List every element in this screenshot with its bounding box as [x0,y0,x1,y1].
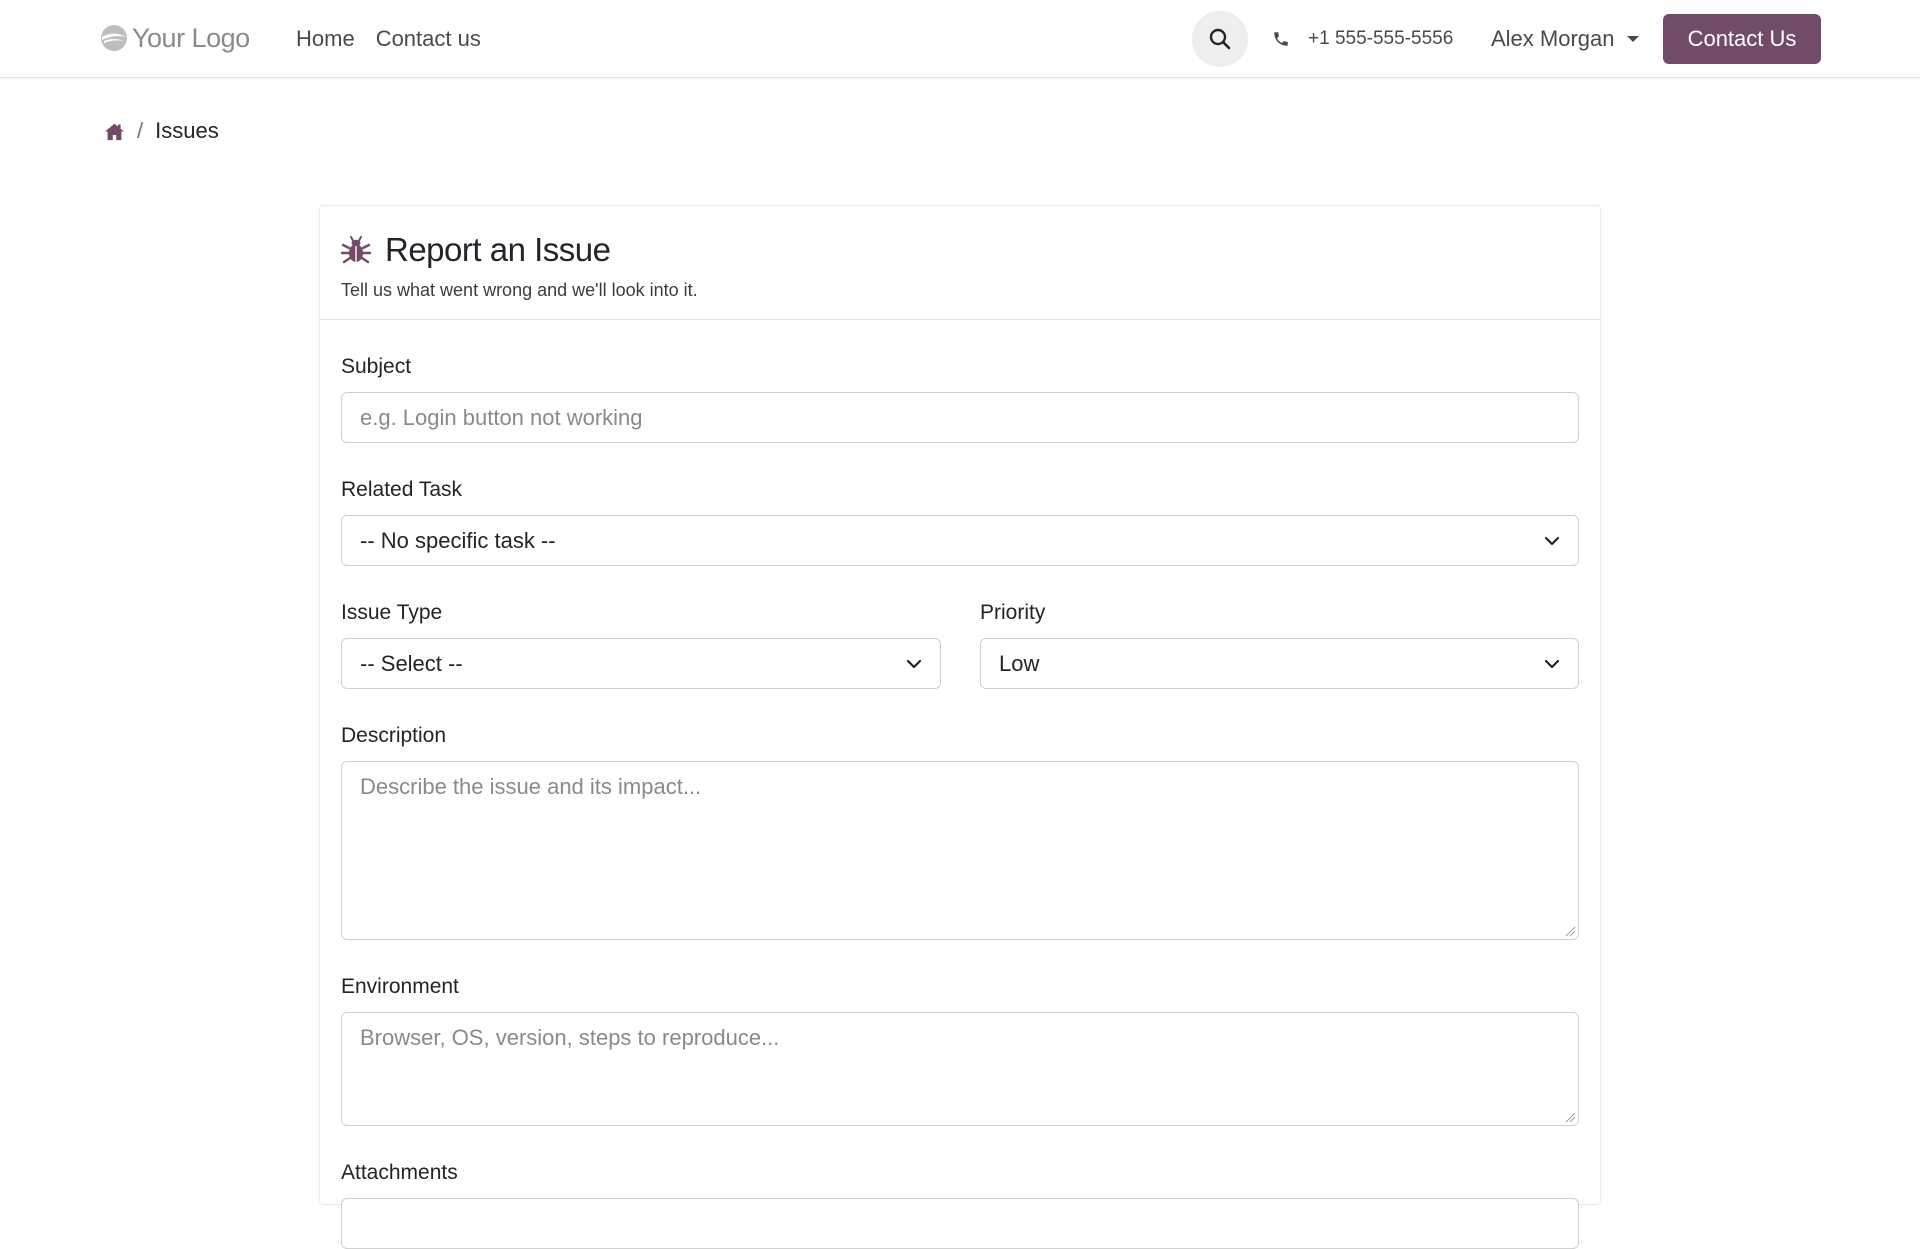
home-icon[interactable] [104,122,125,141]
page-title: Report an Issue [385,231,611,268]
nav-link-contact-us[interactable]: Contact us [376,26,481,52]
subject-placeholder: e.g. Login button not working [360,404,643,430]
priority-label: Priority [980,601,1046,624]
breadcrumb: / Issues [104,118,219,144]
attachments-file-input[interactable] [341,1198,1579,1249]
issue-type-label: Issue Type [341,601,443,624]
environment-label: Environment [341,975,459,998]
bug-icon [341,236,371,264]
card-header: Report an Issue Tell us what went wrong … [320,206,1600,320]
phone-number: +1 555-555-5556 [1308,28,1454,49]
related-task-label: Related Task [341,478,463,501]
user-menu[interactable]: Alex Morgan [1491,26,1639,52]
description-textarea[interactable]: Describe the issue and its impact... [341,761,1579,940]
chevron-down-icon [1544,536,1560,545]
subject-label: Subject [341,355,412,378]
search-button[interactable] [1192,11,1248,67]
priority-value: Low [999,650,1040,676]
report-issue-card: Report an Issue Tell us what went wrong … [319,205,1601,1249]
priority-select[interactable]: Low [980,638,1579,689]
nav-link-home[interactable]: Home [296,26,355,52]
environment-placeholder: Browser, OS, version, steps to reproduce… [360,1025,780,1050]
breadcrumb-separator: / [137,118,144,143]
related-task-select[interactable]: -- No specific task -- [341,515,1579,566]
top-navbar: Your Logo Home Contact us +1 555-555-555… [0,0,1920,78]
issue-type-select[interactable]: -- Select -- [341,638,941,689]
chevron-down-icon [1544,659,1560,668]
contact-us-button[interactable]: Contact Us [1663,14,1821,64]
environment-textarea[interactable]: Browser, OS, version, steps to reproduce… [341,1012,1579,1126]
site-logo[interactable]: Your Logo [100,22,250,54]
resize-handle-icon[interactable] [1564,925,1576,937]
user-name: Alex Morgan [1491,26,1615,51]
issue-type-value: -- Select -- [360,650,463,676]
phone-contact[interactable]: +1 555-555-5556 [1272,28,1453,50]
attachments-label: Attachments [341,1161,458,1184]
breadcrumb-current: Issues [155,118,219,143]
main-nav: Home Contact us [296,26,481,52]
caret-down-icon [1626,36,1639,42]
resize-handle-icon[interactable] [1564,1111,1576,1123]
logo-icon [101,25,127,51]
related-task-value: -- No specific task -- [360,527,556,553]
logo-text: Your Logo [132,22,250,53]
search-icon [1209,28,1231,50]
chevron-down-icon [906,659,922,668]
page-subtitle: Tell us what went wrong and we'll look i… [341,280,698,300]
phone-icon [1274,32,1288,46]
description-placeholder: Describe the issue and its impact... [360,774,702,799]
description-label: Description [341,724,447,747]
subject-input[interactable]: e.g. Login button not working [341,392,1579,443]
